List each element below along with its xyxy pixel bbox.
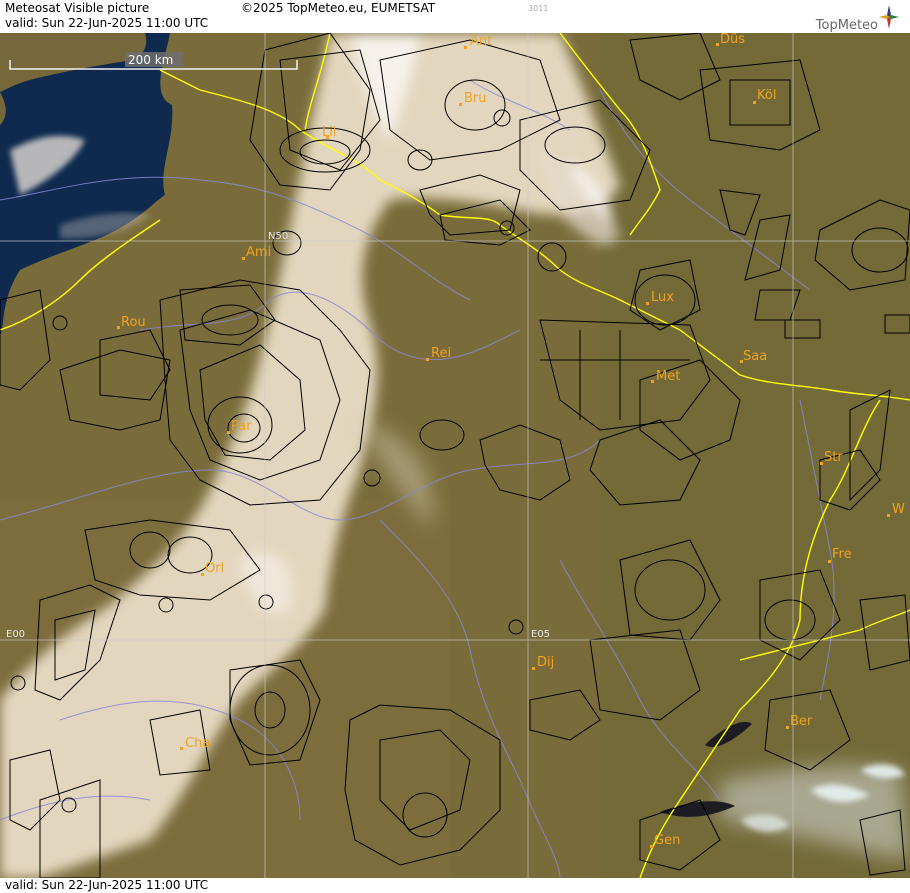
footer: valid: Sun 22-Jun-2025 11:00 UTC	[0, 878, 910, 893]
city-label: Fre	[832, 547, 852, 562]
map-canvas: N50 E00 E05 200 km Ant Düs Bru Köl Lil A…	[0, 33, 910, 878]
city-label: Düs	[720, 33, 745, 47]
city-label: Orl	[205, 561, 224, 576]
topmeteo-logo[interactable]: TopMeteo	[810, 4, 900, 33]
valid-time: valid: Sun 22-Jun-2025 11:00 UTC	[5, 16, 209, 30]
compass-icon	[879, 5, 899, 29]
city-label: Köl	[757, 88, 776, 103]
footer-valid-time: valid: Sun 22-Jun-2025 11:00 UTC	[5, 878, 209, 892]
map-title: Meteosat Visible picture	[5, 1, 150, 15]
city-label: Rei	[431, 346, 451, 361]
city-label: Ami	[246, 245, 271, 260]
scale-label: 200 km	[128, 53, 173, 67]
city-label: Lil	[322, 125, 336, 140]
satellite-map[interactable]: N50 E00 E05 200 km Ant Düs Bru Köl Lil A…	[0, 33, 910, 878]
grid-label-n50: N50	[268, 231, 288, 242]
image-code: 3011	[528, 4, 549, 13]
logo-text: TopMeteo	[815, 18, 878, 33]
weather-map-page: Meteosat Visible picture valid: Sun 22-J…	[0, 0, 910, 893]
city-label: Cha	[185, 736, 210, 751]
grid-label-e00: E00	[6, 629, 25, 640]
city-label: Ant	[470, 34, 492, 49]
city-label: Ber	[790, 714, 813, 729]
city-label: Bru	[464, 91, 487, 106]
copyright: ©2025 TopMeteo.eu, EUMETSAT	[241, 1, 436, 15]
city-label: Gen	[654, 833, 680, 848]
city-label: W	[892, 502, 905, 517]
city-label: Rou	[121, 315, 146, 330]
city-label: Dij	[537, 655, 554, 670]
grid-label-e05: E05	[531, 629, 550, 640]
city-label: Met	[656, 369, 680, 384]
city-label: Par	[231, 419, 252, 434]
header: Meteosat Visible picture valid: Sun 22-J…	[0, 0, 910, 33]
city-label: Saa	[743, 349, 767, 364]
city-label: Lux	[651, 290, 674, 305]
city-label: Str	[824, 450, 843, 465]
